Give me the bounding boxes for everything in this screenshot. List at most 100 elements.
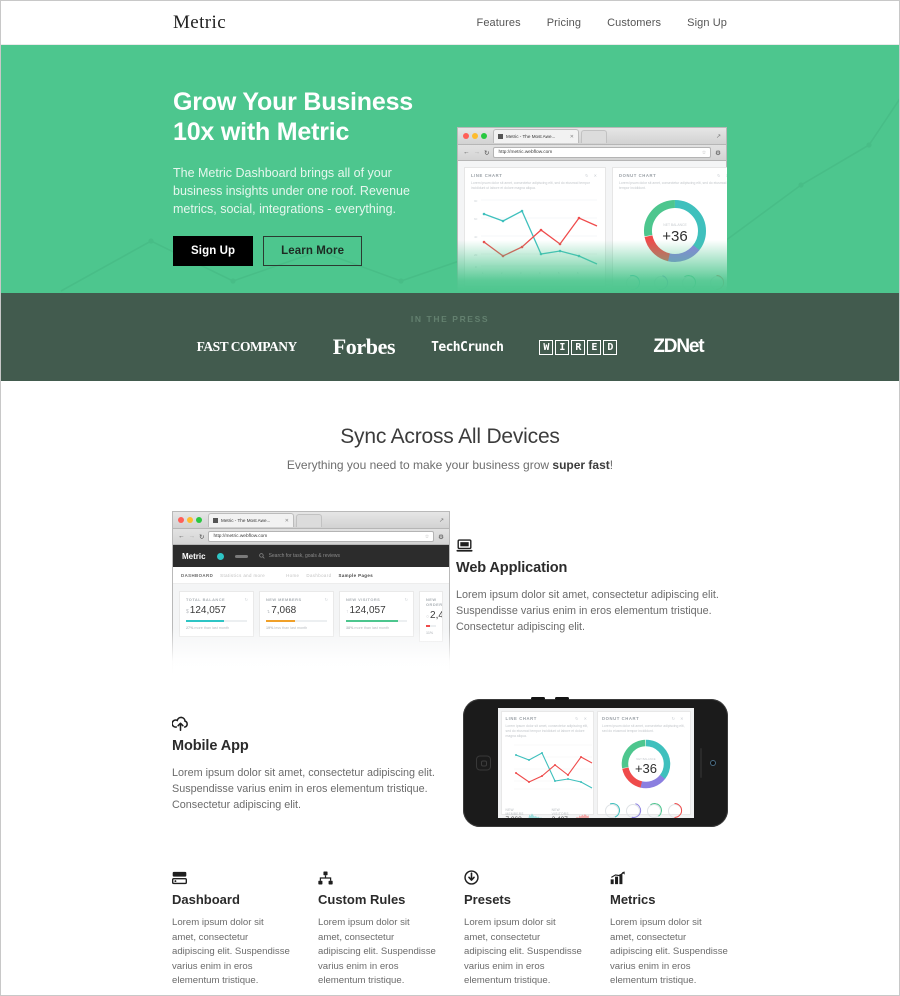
nav-item-features[interactable]: Features [477, 17, 521, 29]
stat-prefix: $ [186, 609, 189, 615]
nav-item-pricing[interactable]: Pricing [547, 17, 581, 29]
site-logo[interactable]: Metric [173, 12, 226, 34]
browser-tab[interactable]: Metric - The Most Awe... ✕ [208, 513, 294, 527]
maximize-icon[interactable] [481, 133, 487, 139]
phone-screen: ↻ ✕ LINE CHART Lorem ipsum dolor sit ame… [497, 708, 694, 818]
browser-tab[interactable]: Metric - The Most Awe... ✕ [493, 129, 579, 143]
mobile-app-row: Mobile App Lorem ipsum dolor sit amet, c… [172, 697, 728, 844]
tab-close-icon[interactable]: ✕ [570, 134, 574, 140]
breadcrumb-link-dashboard[interactable]: Dashboard [306, 573, 331, 578]
stat-label: NEW VISITORS [346, 597, 381, 602]
sync-title: Sync Across All Devices [340, 425, 560, 448]
press-logo-techcrunch[interactable]: TechCrunch [431, 340, 504, 355]
reload-icon[interactable]: ↻ [199, 533, 204, 541]
fullscreen-icon[interactable]: ↗ [439, 517, 444, 524]
wired-letter: W [539, 339, 554, 355]
hero-shot-fade [457, 240, 727, 292]
ministat-value: 2,407 [552, 816, 570, 818]
zdnet-suffix: Net [676, 336, 704, 357]
fullscreen-icon[interactable]: ↗ [716, 133, 721, 140]
phone-home-button[interactable] [476, 755, 491, 771]
feature-body: Lorem ipsum dolor sit amet, consectetur … [610, 917, 728, 986]
wired-letter: D [603, 339, 618, 355]
new-tab-button[interactable] [296, 513, 322, 527]
address-bar[interactable]: http://metric.webflow.com ☆ [493, 147, 712, 158]
close-icon[interactable] [463, 133, 469, 139]
stat-value: ↑124,057 [346, 605, 386, 616]
wired-letter: I [555, 339, 570, 355]
mobile-app-title: Mobile App [172, 738, 249, 754]
donut-center-label: NET BALANCE [663, 223, 687, 227]
hero-section: Grow Your Business 10x with Metric The M… [1, 45, 899, 293]
feature-body: Lorem ipsum dolor sit amet, consectetur … [172, 917, 290, 986]
wired-letter: R [571, 339, 586, 355]
press-logo-fastcompany[interactable]: FAST COMPANY [197, 339, 298, 355]
sync-subtitle-end: ! [609, 458, 614, 472]
landing-page: Metric Features Pricing Customers Sign U… [0, 0, 900, 996]
address-bar-url: http://metric.webflow.com [498, 150, 553, 155]
mobile-app-feature: Mobile App Lorem ipsum dolor sit amet, c… [172, 707, 456, 813]
sitemap-icon [318, 865, 436, 885]
hero-background-chart [60, 98, 899, 292]
reload-icon[interactable]: ↻ [484, 149, 489, 157]
stat-value: ○2,407 [426, 610, 442, 621]
learn-more-button[interactable]: Learn More [263, 236, 363, 266]
close-icon[interactable] [178, 517, 184, 523]
tab-close-icon[interactable]: ✕ [285, 518, 289, 524]
stat-prefix: ↑ [346, 609, 349, 615]
settings-icon[interactable]: ⚙ [715, 149, 721, 157]
web-app-browser-mockup: Metric - The Most Awe... ✕ ↗ ← → ↻ http:… [172, 511, 450, 674]
new-tab-button[interactable] [581, 129, 607, 143]
web-application-row: Metric - The Most Awe... ✕ ↗ ← → ↻ http:… [172, 511, 728, 696]
feature-metrics: Metrics Lorem ipsum dolor sit amet, cons… [610, 865, 728, 989]
line-chart-title: LINE CHART [471, 173, 503, 178]
hero-copy: Grow Your Business 10x with Metric The M… [173, 87, 443, 266]
signup-button[interactable]: Sign Up [173, 236, 254, 266]
svg-text:40: 40 [474, 235, 478, 239]
svg-text:90: 90 [474, 199, 478, 203]
minimize-icon[interactable] [187, 517, 193, 523]
phone-volume-button[interactable] [531, 697, 545, 700]
minimize-icon[interactable] [472, 133, 478, 139]
address-bar[interactable]: http://metric.webflow.com ☆ [208, 531, 435, 542]
ministat-value: 7,068 [506, 816, 524, 818]
back-icon[interactable]: ← [178, 533, 185, 540]
feature-dashboard: Dashboard Lorem ipsum dolor sit amet, co… [172, 865, 290, 989]
forward-icon: → [188, 533, 196, 540]
nav-item-customers[interactable]: Customers [607, 17, 661, 29]
phone-donut-chart-description: Lorem ipsum dolor sit amet, consectetur … [602, 724, 685, 733]
settings-icon[interactable]: ⚙ [438, 533, 444, 541]
svg-text:60: 60 [474, 217, 478, 221]
back-icon[interactable]: ← [463, 149, 470, 156]
bookmark-icon[interactable]: ☆ [425, 534, 429, 540]
favicon-icon [213, 518, 218, 523]
press-logo-zdnet[interactable]: ZDNet [653, 336, 704, 358]
bookmark-icon[interactable]: ☆ [702, 150, 706, 156]
line-chart-description: Lorem ipsum dolor sit amet, consectetur … [471, 181, 590, 190]
press-logo-wired[interactable]: W I R E D [539, 339, 618, 355]
donut-chart-title: DONUT CHART [619, 173, 657, 178]
webshot-fade [172, 628, 450, 674]
window-controls[interactable] [178, 517, 202, 523]
app-search[interactable]: Search for task, goals & reviews [258, 553, 340, 559]
main-nav: Features Pricing Customers Sign Up [477, 17, 727, 29]
maximize-icon[interactable] [196, 517, 202, 523]
breadcrumb-link-home[interactable]: Home [286, 573, 299, 578]
browser-tab-title: Metric - The Most Awe... [506, 134, 556, 139]
app-avatar[interactable] [216, 552, 224, 560]
download-circle-icon [464, 865, 582, 885]
feature-title: Dashboard [172, 892, 240, 907]
window-controls[interactable] [463, 133, 487, 139]
stat-label: NEW ORDERS [426, 597, 443, 607]
stat-value: ↴7,068 [266, 605, 297, 616]
browser-tab-title: Metric - The Most Awe... [221, 518, 271, 523]
press-logo-forbes[interactable]: Forbes [333, 334, 396, 360]
zdnet-prefix: ZD [653, 336, 677, 357]
hero-browser-mockup: Metric - The Most Awe... ✕ ↗ ← → ↻ http:… [457, 127, 727, 292]
press-bar: IN THE PRESS FAST COMPANY Forbes TechCru… [1, 293, 899, 381]
app-toggle[interactable] [234, 554, 248, 558]
features-row: Dashboard Lorem ipsum dolor sit amet, co… [172, 865, 728, 989]
nav-item-signup[interactable]: Sign Up [687, 17, 727, 29]
phone-power-button[interactable] [555, 697, 569, 700]
feature-body: Lorem ipsum dolor sit amet, consectetur … [318, 917, 436, 986]
